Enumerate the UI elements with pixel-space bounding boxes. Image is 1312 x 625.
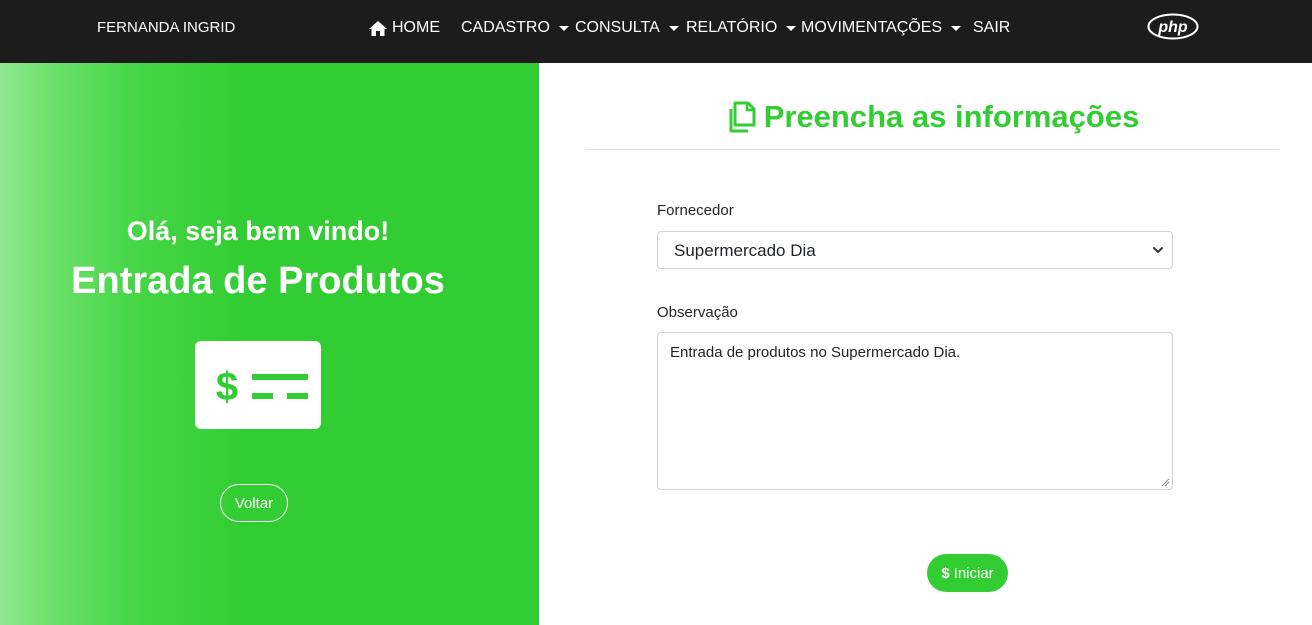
- welcome-text: Olá, seja bem vindo!: [126, 216, 390, 246]
- nav-item-label: MOVIMENTAÇÕES: [801, 19, 943, 36]
- notes-label: Observação: [657, 304, 738, 321]
- navbar-brand[interactable]: FERNANDA INGRID: [97, 0, 235, 56]
- home-icon: [369, 20, 387, 36]
- chevron-down-icon: [1153, 247, 1163, 253]
- money-check-icon: $: [195, 341, 321, 429]
- nav-item-label: RELATÓRIO: [686, 19, 778, 36]
- nav-item-home[interactable]: HOME: [369, 0, 440, 56]
- supplier-label: Fornecedor: [657, 202, 734, 219]
- nav-item-relatorio[interactable]: RELATÓRIO: [686, 0, 797, 56]
- nav-item-sair[interactable]: SAIR: [973, 0, 1010, 56]
- supplier-select[interactable]: Supermercado Dia: [657, 231, 1173, 269]
- nav-item-label: CONSULTA: [575, 19, 660, 36]
- start-button-label: Iniciar: [953, 564, 994, 582]
- nav-item-movimentacoes[interactable]: MOVIMENTAÇÕES: [801, 0, 962, 56]
- svg-text:$: $: [216, 365, 238, 409]
- dollar-icon: $: [941, 564, 950, 582]
- nav-item-label: SAIR: [973, 19, 1011, 36]
- welcome-panel: Olá, seja bem vindo! Entrada de Produtos…: [0, 63, 539, 625]
- php-logo: php: [1147, 13, 1199, 40]
- start-button[interactable]: $ Iniciar: [927, 554, 1008, 592]
- resize-grip-icon[interactable]: [1161, 478, 1170, 487]
- caret-down-icon: [786, 25, 797, 31]
- back-button[interactable]: Voltar: [220, 484, 288, 522]
- nav-item-label: HOME: [392, 19, 440, 36]
- form-heading-text: Preencha as informações: [763, 98, 1140, 134]
- nav-item-cadastro[interactable]: CADASTRO: [461, 0, 569, 56]
- notes-textarea[interactable]: Entrada de produtos no Supermercado Dia.: [657, 332, 1173, 490]
- nav-item-consulta[interactable]: CONSULTA: [575, 0, 679, 56]
- nav-item-label: CADASTRO: [461, 19, 550, 36]
- panel-title: Entrada de Produtos: [71, 260, 445, 302]
- caret-down-icon: [668, 25, 679, 31]
- form-heading: Preencha as informações: [586, 93, 1279, 140]
- top-navbar: FERNANDA INGRID HOME CADASTRO CONSULTA R…: [0, 0, 1312, 63]
- svg-text:php: php: [1157, 19, 1188, 36]
- notes-textarea-value: Entrada de produtos no Supermercado Dia.: [670, 344, 961, 361]
- caret-down-icon: [951, 25, 962, 31]
- supplier-select-value: Supermercado Dia: [674, 241, 816, 260]
- copy-icon: [729, 101, 756, 132]
- heading-divider: [586, 149, 1279, 150]
- caret-down-icon: [558, 25, 569, 31]
